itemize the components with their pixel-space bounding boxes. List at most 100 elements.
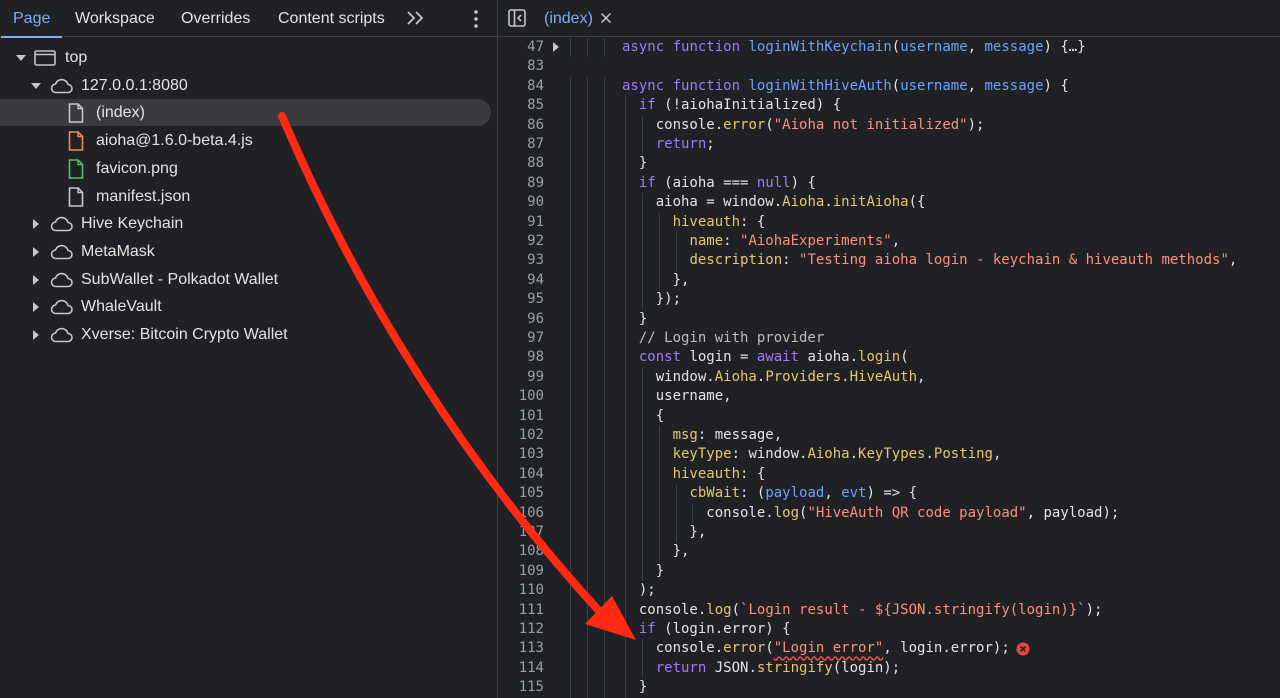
chevron-double-right-icon[interactable] — [405, 8, 427, 28]
line-number[interactable]: 113 — [498, 639, 544, 658]
code-line[interactable]: 103 keyType: window.Aioha.KeyTypes.Posti… — [498, 445, 1280, 465]
line-number[interactable]: 88 — [498, 154, 544, 173]
code-line[interactable]: 88 } — [498, 154, 1280, 174]
line-number[interactable]: 91 — [498, 213, 544, 232]
tree-item-whalevault[interactable]: WhaleVault — [0, 293, 497, 320]
line-number[interactable]: 102 — [498, 426, 544, 445]
line-number[interactable]: 85 — [498, 96, 544, 115]
tree-item-origin[interactable]: 127.0.0.1:8080 — [0, 72, 497, 99]
line-number[interactable]: 112 — [498, 620, 544, 639]
tree-item-xverse[interactable]: Xverse: Bitcoin Crypto Wallet — [0, 321, 497, 348]
line-number[interactable]: 114 — [498, 659, 544, 678]
code-line[interactable]: 89 if (aioha === null) { — [498, 173, 1280, 194]
code-line[interactable]: 94 }, — [498, 270, 1280, 291]
line-number[interactable]: 95 — [498, 290, 544, 309]
line-number[interactable]: 104 — [498, 465, 544, 484]
line-number[interactable]: 93 — [498, 251, 544, 270]
code-line[interactable]: 97 // Login with provider — [498, 329, 1280, 349]
collapsed-triangle-icon[interactable] — [31, 302, 41, 312]
line-number[interactable]: 109 — [498, 562, 544, 581]
tab-page[interactable]: Page — [0, 0, 63, 38]
line-number[interactable]: 97 — [498, 329, 544, 348]
code-line[interactable]: 98 const login = await aioha.login( — [498, 348, 1280, 368]
line-number[interactable]: 89 — [498, 174, 544, 193]
line-number[interactable]: 106 — [498, 504, 544, 523]
code-line[interactable]: 109 } — [498, 561, 1280, 582]
tree-item-top[interactable]: top — [0, 44, 497, 71]
indent-guide — [570, 193, 571, 213]
code-line[interactable]: 91 hiveauth: { — [498, 212, 1280, 232]
code-line[interactable]: 115 } — [498, 678, 1280, 698]
tree-item-metamask[interactable]: MetaMask — [0, 238, 497, 265]
close-icon[interactable] — [600, 12, 612, 24]
code-line[interactable]: 114 return JSON.stringify(login); — [498, 658, 1280, 679]
tree-item-aioha-js[interactable]: aioha@1.6.0-beta.4.js — [0, 127, 497, 154]
line-number[interactable]: 105 — [498, 484, 544, 503]
tab-workspace[interactable]: Workspace — [75, 0, 155, 37]
code-line[interactable]: 90 aioha = window.Aioha.initAioha({ — [498, 193, 1280, 213]
code-line[interactable]: 95 }); — [498, 290, 1280, 310]
line-number[interactable]: 96 — [498, 310, 544, 329]
code-line[interactable]: 47 async function loginWithKeychain(usern… — [498, 38, 1280, 58]
code-line[interactable]: 99 window.Aioha.Providers.HiveAuth, — [498, 367, 1280, 388]
code-line[interactable]: 96 } — [498, 309, 1280, 329]
kebab-menu-icon[interactable] — [468, 8, 484, 30]
code-line[interactable]: 107 }, — [498, 523, 1280, 543]
line-number[interactable]: 111 — [498, 601, 544, 620]
code-line[interactable]: 93 description: "Testing aioha login - k… — [498, 251, 1280, 271]
line-number[interactable]: 107 — [498, 523, 544, 542]
code-line[interactable]: 85 if (!aiohaInitialized) { — [498, 96, 1280, 116]
code-line[interactable]: 110 ); — [498, 581, 1280, 601]
tree-item-manifest[interactable]: manifest.json — [0, 183, 497, 210]
collapsed-triangle-icon[interactable] — [31, 275, 41, 285]
error-circle-icon[interactable] — [1016, 642, 1030, 656]
code-line[interactable]: 102 msg: message, — [498, 426, 1280, 446]
line-number[interactable]: 115 — [498, 678, 544, 697]
code-editor[interactable]: 47 async function loginWithKeychain(usern… — [498, 37, 1280, 698]
line-number[interactable]: 84 — [498, 77, 544, 96]
code-line[interactable]: 83 — [498, 57, 1280, 76]
line-number[interactable]: 94 — [498, 271, 544, 290]
tree-item-hive-keychain[interactable]: Hive Keychain — [0, 210, 497, 237]
line-number[interactable]: 99 — [498, 368, 544, 387]
collapsed-triangle-icon[interactable] — [31, 330, 41, 340]
line-number[interactable]: 90 — [498, 193, 544, 212]
code-line[interactable]: 111 console.log(`Login result - ${JSON.s… — [498, 600, 1280, 620]
tree-item-favicon[interactable]: favicon.png — [0, 155, 497, 182]
code-line[interactable]: 101 { — [498, 406, 1280, 426]
code-line[interactable]: 84 async function loginWithHiveAuth(usern… — [498, 76, 1280, 97]
tab-overrides[interactable]: Overrides — [181, 0, 250, 37]
line-number[interactable]: 108 — [498, 542, 544, 561]
line-number[interactable]: 83 — [498, 57, 544, 76]
line-number[interactable]: 92 — [498, 232, 544, 251]
indent-guide — [587, 678, 588, 698]
line-number[interactable]: 110 — [498, 581, 544, 600]
code-line[interactable]: 92 name: "AiohaExperiments", — [498, 232, 1280, 252]
code-line[interactable]: 86 console.error("Aioha not initialized"… — [498, 115, 1280, 135]
tree-item-index[interactable]: (index) — [0, 99, 491, 126]
line-number[interactable]: 100 — [498, 387, 544, 406]
line-number[interactable]: 47 — [498, 38, 544, 57]
code-line[interactable]: 112 if (login.error) { — [498, 620, 1280, 640]
expand-triangle-icon[interactable] — [16, 53, 26, 63]
expand-triangle-icon[interactable] — [31, 81, 41, 91]
fold-triangle-icon[interactable] — [551, 42, 561, 52]
code-line[interactable]: 105 cbWait: (payload, evt) => { — [498, 484, 1280, 504]
tab-index-file[interactable]: (index) — [534, 0, 620, 37]
tree-item-subwallet[interactable]: SubWallet - Polkadot Wallet — [0, 266, 497, 293]
code-line[interactable]: 113 console.error("Login error", login.e… — [498, 639, 1280, 659]
line-number[interactable]: 87 — [498, 135, 544, 154]
collapsed-triangle-icon[interactable] — [31, 219, 41, 229]
line-number[interactable]: 86 — [498, 116, 544, 135]
sidebar-toggle-icon[interactable] — [508, 9, 526, 27]
code-line[interactable]: 87 return; — [498, 135, 1280, 155]
code-line[interactable]: 104 hiveauth: { — [498, 464, 1280, 485]
code-line[interactable]: 108 }, — [498, 542, 1280, 562]
collapsed-triangle-icon[interactable] — [31, 247, 41, 257]
code-line[interactable]: 100 username, — [498, 387, 1280, 407]
line-number[interactable]: 101 — [498, 407, 544, 426]
tab-content-scripts[interactable]: Content scripts — [278, 0, 385, 37]
line-number[interactable]: 98 — [498, 348, 544, 367]
line-number[interactable]: 103 — [498, 445, 544, 464]
code-line[interactable]: 106 console.log("HiveAuth QR code payloa… — [498, 503, 1280, 523]
